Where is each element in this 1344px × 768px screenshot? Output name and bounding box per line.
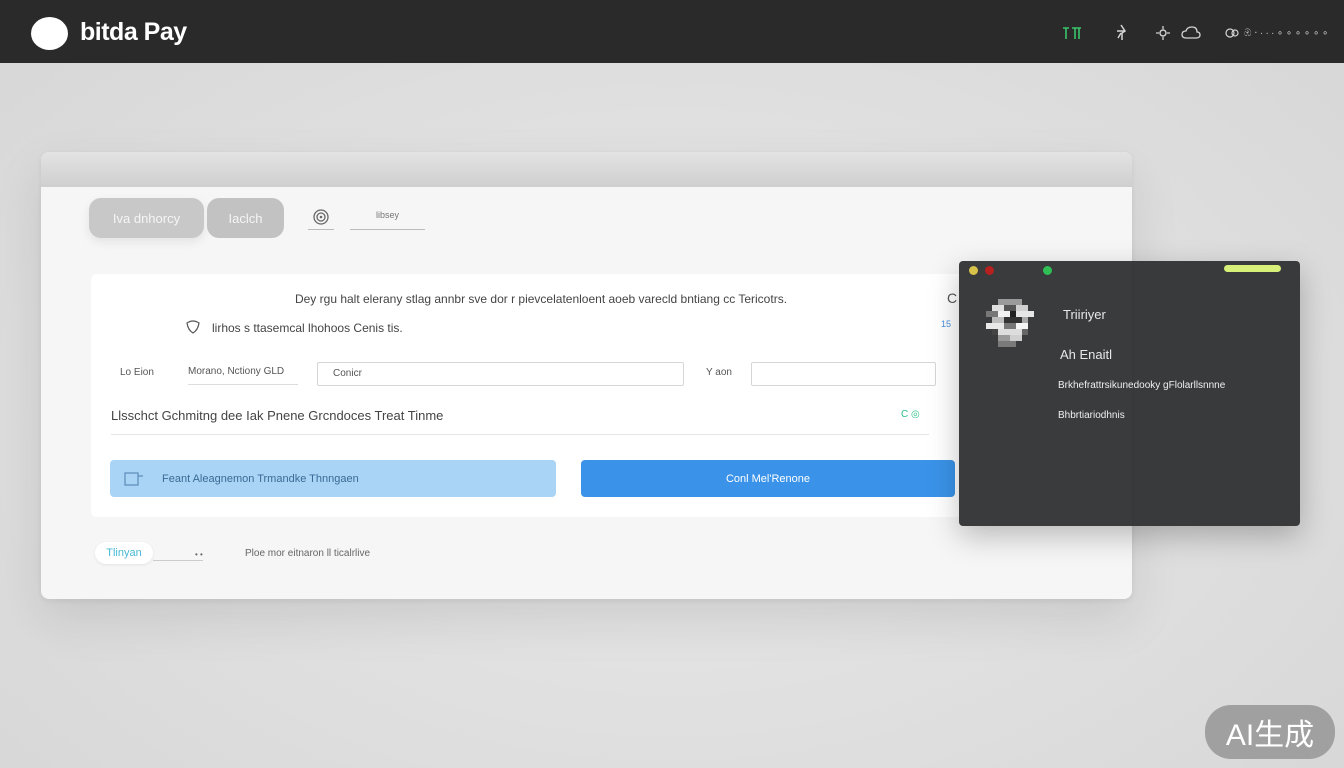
popup-detail-1: Brkhefrattrsikunedooky gFlolarllsnnne — [1058, 380, 1226, 391]
popup-email: Ah Enaitl — [1060, 347, 1113, 362]
field-label-location: Lo Eion — [120, 367, 154, 378]
account-label[interactable]: ඹ ‧ ∙ ∙ ∙ ∘ ∘ ∘ ∘ ∘ ∘ — [1244, 28, 1328, 39]
card-description: Dey rgu halt elerany stlag annbr sve dor… — [294, 292, 788, 306]
profile-popup: Triiriyer Ah Enaitl Brkhefrattrsikunedoo… — [959, 261, 1300, 526]
year-input[interactable] — [751, 362, 936, 386]
location-value[interactable]: Morano, Nctiony GLD — [188, 366, 284, 377]
location-underline — [188, 384, 298, 385]
logo-icon[interactable] — [31, 17, 68, 50]
tab-secondary[interactable]: Iaclch — [207, 198, 284, 238]
close-dot[interactable] — [985, 266, 994, 275]
list-divider — [111, 434, 929, 435]
minimize-dot[interactable] — [969, 266, 978, 275]
popup-detail-2: Bhbrtiariodhnis — [1058, 410, 1125, 421]
brand-name[interactable]: bitda Pay — [80, 18, 187, 47]
refresh-icon[interactable]: C — [947, 290, 957, 306]
footer-note: Ploe mor eitnaron ll ticalrlive — [245, 548, 370, 559]
secondary-button-label: Feant Aleagnemon Trmandke Thnngaen — [162, 472, 359, 485]
contact-input[interactable]: Conicr — [317, 362, 684, 386]
pin-icon[interactable] — [1111, 24, 1131, 42]
footer-toggle[interactable]: Tlinyan — [95, 542, 153, 564]
tab-link[interactable]: libsey — [350, 210, 425, 230]
popup-name: Triiriyer — [1063, 307, 1106, 322]
status-dot — [1043, 266, 1052, 275]
form-card: Dey rgu halt elerany stlag annbr sve dor… — [91, 274, 1001, 517]
card-subtext: lirhos s ttasemcal lhohoos Cenis tis. — [212, 321, 403, 335]
user-icon[interactable] — [1224, 24, 1240, 42]
avatar — [986, 299, 1034, 347]
tab-primary[interactable]: Iva dnhorcy — [89, 198, 204, 238]
top-bar: bitda Pay ඹ ‧ ∙ ∙ ∙ ∘ ∘ ∘ ∘ ∘ ∘ — [0, 0, 1344, 63]
shield-icon — [186, 320, 200, 334]
list-line[interactable]: Llsschct Gchmitng dee Iak Pnene Grcndoce… — [111, 408, 443, 423]
footer-rule — [153, 560, 203, 561]
side-link[interactable]: 15 — [941, 319, 951, 329]
popup-progress-bar — [1224, 265, 1281, 272]
watermark-badge: AI生成 — [1205, 705, 1335, 759]
green-grid-icon[interactable] — [1060, 24, 1084, 42]
footer-arrows-icon[interactable]: • • — [195, 550, 203, 559]
footer-note-text: Ploe mor eitnaron ll ticalrlive — [245, 548, 371, 559]
cloud-icon[interactable] — [1180, 24, 1202, 42]
settings-icon[interactable] — [1155, 24, 1171, 42]
confirm-button[interactable]: Conl Mel'Renone — [581, 460, 955, 497]
status-indicator: C ◎ — [901, 409, 920, 420]
document-icon — [124, 471, 143, 486]
secondary-button[interactable]: Feant Aleagnemon Trmandke Thnngaen — [110, 460, 556, 497]
field-label-year: Y aon — [706, 367, 732, 378]
panel-header — [41, 152, 1132, 187]
fingerprint-icon[interactable] — [308, 204, 334, 230]
